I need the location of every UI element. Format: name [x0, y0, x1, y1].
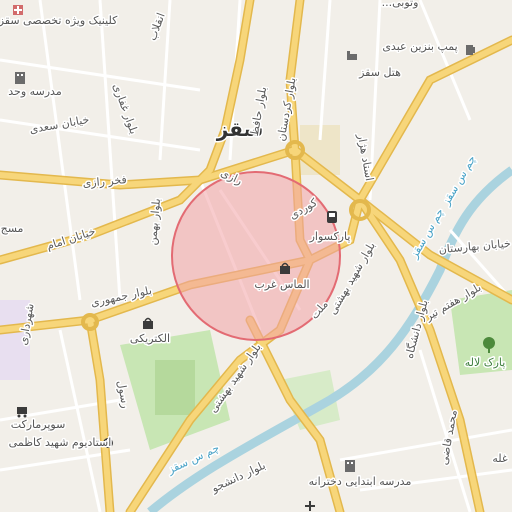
school-vahdat-label: مدرسه وحد	[8, 85, 62, 98]
ghaleh-label: غله	[492, 452, 508, 465]
map-canvas[interactable]: سقز کلینیک ویژه تخصصی سقز مدرسه وحد پمپ …	[0, 0, 512, 512]
parksuar-label: پارکسوار	[309, 230, 351, 243]
school-icon-2[interactable]	[345, 460, 355, 472]
school-dokhtaraneh-label: مدرسه ابتدایی دخترانه	[309, 475, 412, 488]
hotel-label: هتل سقز	[358, 66, 401, 79]
school-icon[interactable]	[15, 72, 25, 84]
electricity-label: الکتریکی	[130, 332, 170, 345]
park-laleh-label: پارک لاله	[465, 356, 506, 369]
top-right-label: ...وتوبی	[382, 0, 419, 9]
map-svg: سقز کلینیک ویژه تخصصی سقز مدرسه وحد پمپ …	[0, 0, 512, 512]
masjed-label: مسج	[1, 222, 24, 235]
bus-stop-icon[interactable]	[327, 211, 337, 223]
supermarket-label: سوپرمارکت	[11, 418, 66, 431]
clinic-label: کلینیک ویژه تخصصی سقز	[0, 14, 118, 27]
gas-station-label: پمپ بنزین عبدی	[382, 40, 457, 53]
almas-gharb-label: الماس غرب	[254, 278, 309, 291]
stadium-label: استادیوم شهید کاظمی	[9, 436, 112, 449]
stadium-field	[155, 360, 195, 415]
